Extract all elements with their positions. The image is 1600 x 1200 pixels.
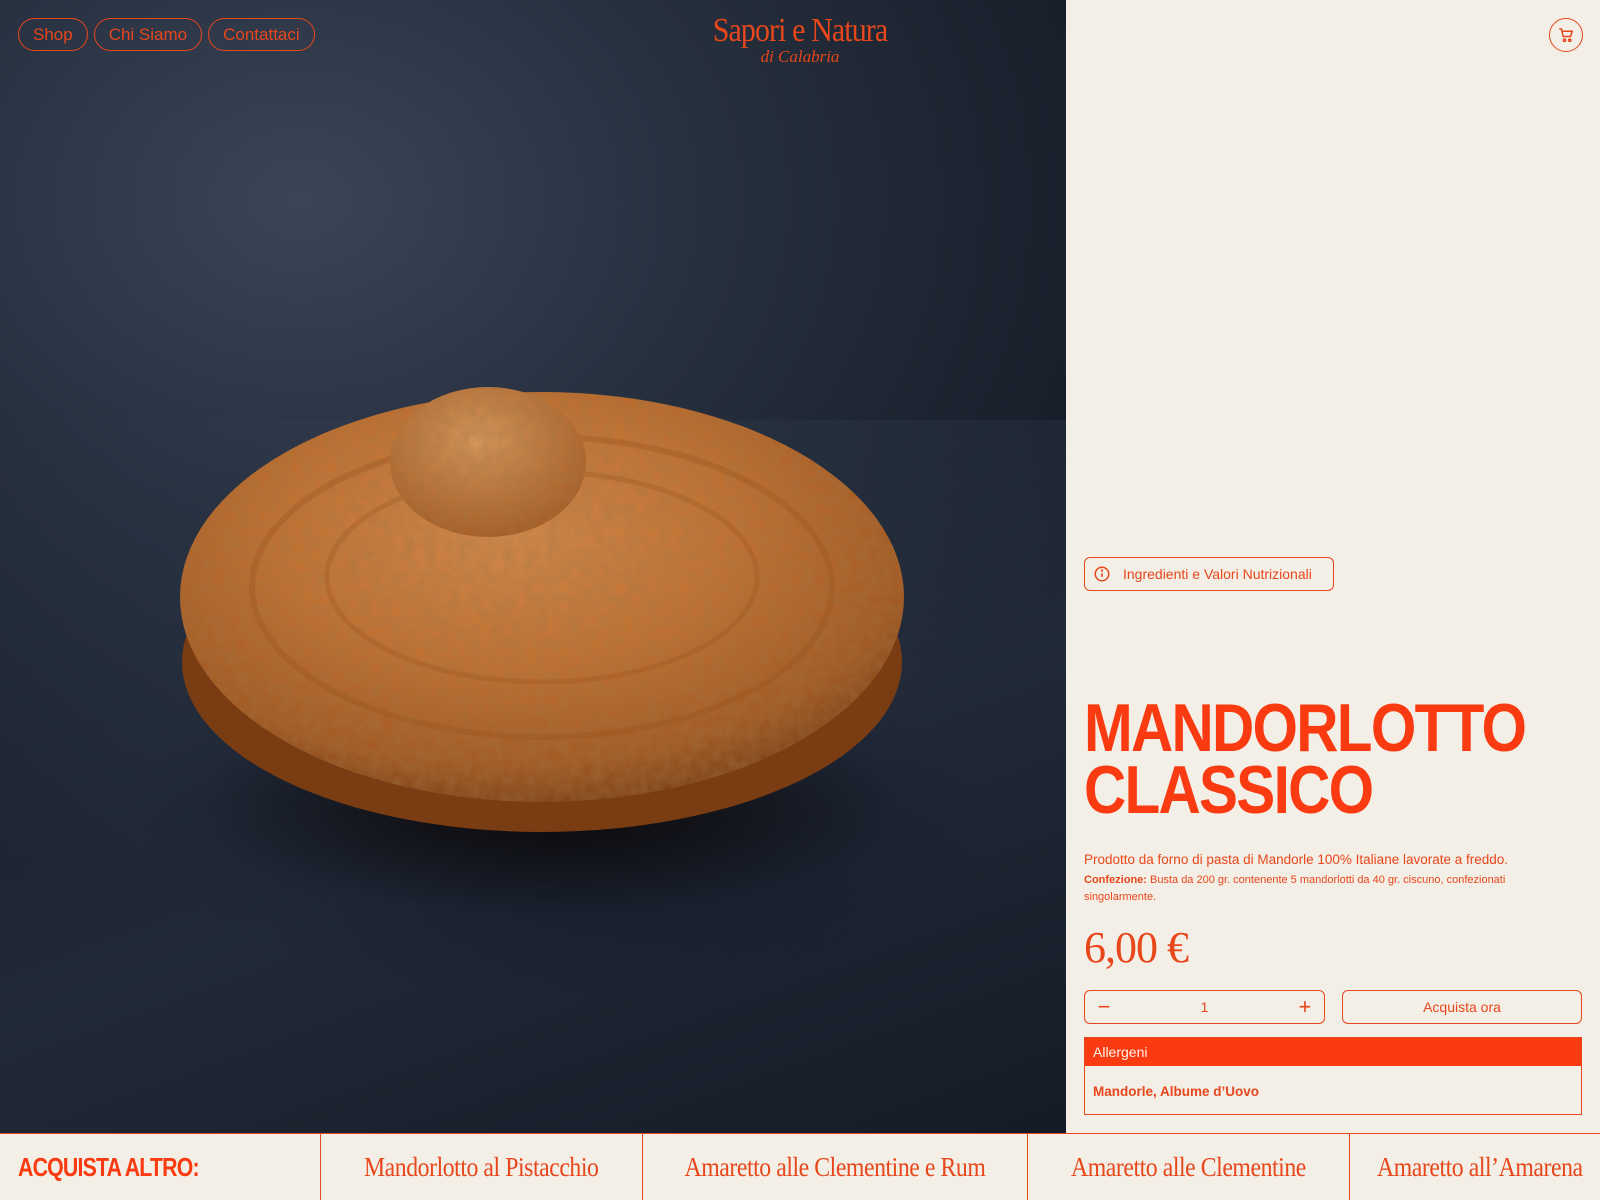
related-product-2[interactable]: Amaretto alle Clementine — [1027, 1134, 1349, 1200]
product-hero-image — [0, 0, 1066, 1133]
info-icon — [1094, 566, 1110, 582]
decrease-button[interactable]: − — [1095, 996, 1113, 1018]
brand-logo[interactable]: Sapori e Natura di Calabria — [690, 12, 910, 67]
nav-shop[interactable]: Shop — [18, 18, 88, 51]
brand-tagline: di Calabria — [760, 47, 840, 67]
allergens-title: Allergeni — [1085, 1038, 1581, 1066]
packaging-label: Confezione: — [1084, 874, 1147, 886]
buy-now-button[interactable]: Acquista ora — [1342, 990, 1582, 1024]
related-product-3[interactable]: Amaretto all’Amarena — [1349, 1134, 1600, 1200]
more-products-strip: ACQUISTA ALTRO: Mandorlotto al Pistacchi… — [0, 1133, 1600, 1200]
nav-chi-siamo[interactable]: Chi Siamo — [93, 18, 203, 51]
main-nav: Shop Chi Siamo Contattaci — [18, 18, 315, 51]
nav-contattaci[interactable]: Contattaci — [208, 18, 315, 51]
product-title-line2: Classico — [1084, 752, 1374, 828]
product-description: Prodotto da forno di pasta di Mandorle 1… — [1084, 852, 1509, 867]
related-product-0[interactable]: Mandorlotto al Pistacchio — [320, 1134, 642, 1200]
product-title: Mandorlotto Classico — [1084, 694, 1527, 824]
nutrition-info-button[interactable]: Ingredienti e Valori Nutrizionali — [1084, 557, 1334, 591]
allergens-box: Allergeni Mandorle, Albume d’Uovo — [1084, 1037, 1582, 1115]
product-price: 6,00 € — [1084, 923, 1189, 972]
quantity-stepper: − 1 + — [1084, 990, 1325, 1024]
quantity-value[interactable]: 1 — [1201, 999, 1209, 1015]
brand-name: Sapori e Natura — [712, 12, 888, 49]
product-panel: Ingredienti e Valori Nutrizionali Mandor… — [1066, 0, 1600, 1133]
product-packaging: Confezione: Busta da 200 gr. contenente … — [1084, 872, 1554, 906]
increase-button[interactable]: + — [1296, 996, 1314, 1018]
packaging-text: Busta da 200 gr. contenente 5 mandorlott… — [1084, 874, 1506, 903]
more-products-label: ACQUISTA ALTRO: — [18, 1151, 200, 1182]
allergens-value: Mandorle, Albume d’Uovo — [1093, 1084, 1260, 1099]
related-product-1[interactable]: Amaretto alle Clementine e Rum — [642, 1134, 1027, 1200]
cookie-image — [180, 387, 904, 832]
nutrition-info-label: Ingredienti e Valori Nutrizionali — [1123, 566, 1312, 582]
